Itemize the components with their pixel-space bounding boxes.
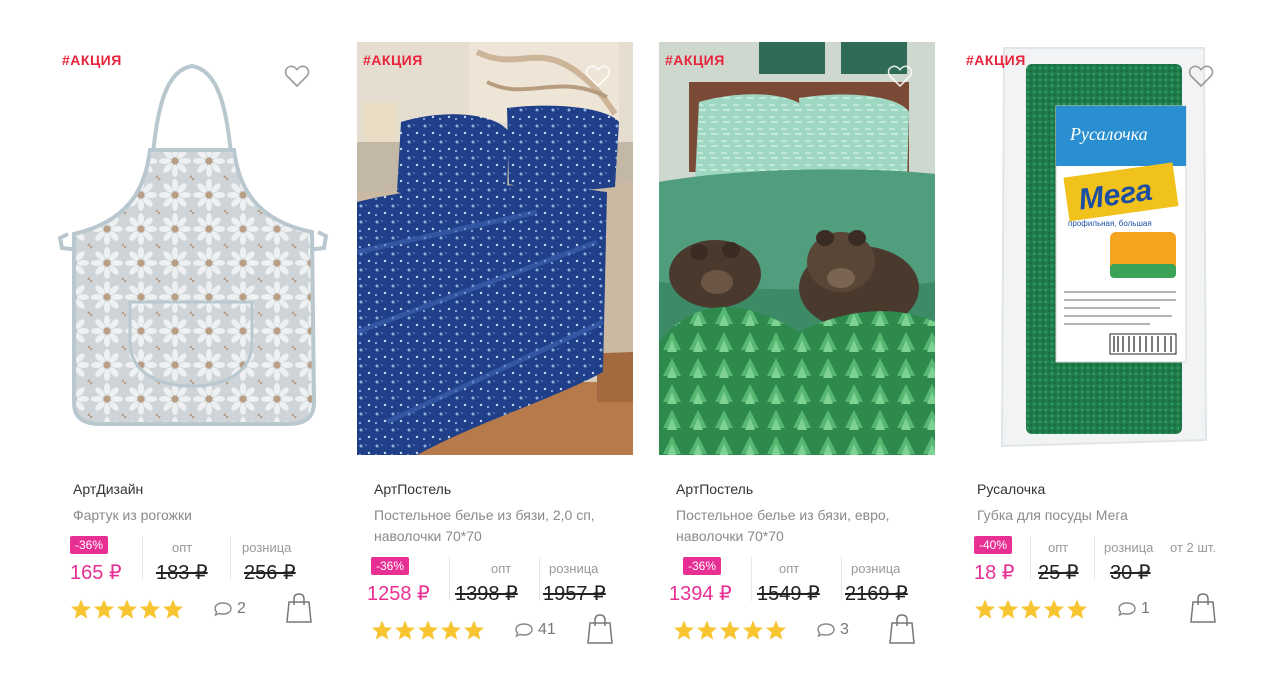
rating-stars <box>71 599 183 619</box>
divider <box>751 557 752 601</box>
sponge-image: Русалочка Мега профильная, большая <box>960 42 1236 455</box>
comments-link[interactable]: 41 <box>514 621 556 639</box>
promo-label: #АКЦИЯ <box>966 52 1026 68</box>
product-image-bedding-blue[interactable]: #АКЦИЯ <box>357 42 633 455</box>
current-price: 165 ₽ <box>70 562 122 584</box>
comments-link[interactable]: 3 <box>816 621 849 639</box>
rating-stars <box>674 620 786 640</box>
discount-badge: -36% <box>683 557 722 575</box>
comment-icon <box>1118 602 1136 617</box>
product-grid: #АКЦИЯ АртДизайн Фартук из рогожки -36% … <box>0 0 1280 700</box>
current-price: 1394 ₽ <box>669 583 732 605</box>
product-name[interactable]: Губка для посуды Мега <box>977 505 1217 526</box>
opt-label: опт <box>779 561 800 576</box>
bedding-bear-image <box>659 42 935 455</box>
product-card[interactable]: #АКЦИЯ АртПостель Постельное белье из бя… <box>659 42 935 653</box>
product-name[interactable]: Фартук из рогожки <box>73 505 313 526</box>
shopping-bag-icon[interactable] <box>585 613 615 650</box>
price-block: -40% 18 ₽ опт 25 ₽ розница 30 ₽ от 2 шт. <box>974 536 1236 588</box>
divider <box>1094 536 1095 580</box>
product-card[interactable]: Русалочка Мега профильная, большая #АКЦИ… <box>960 42 1236 632</box>
bulk-note: от 2 шт. <box>1170 540 1216 555</box>
discount-badge: -36% <box>371 557 410 575</box>
apron-image <box>56 42 332 455</box>
opt-price: 183 ₽ <box>156 562 208 584</box>
comment-count: 41 <box>538 621 556 638</box>
package-subtitle: профильная, большая <box>1068 219 1152 228</box>
retail-label: розница <box>242 540 292 555</box>
comments-link[interactable]: 2 <box>213 600 246 618</box>
opt-price: 1398 ₽ <box>455 583 518 605</box>
discount-badge: -36% <box>70 536 109 554</box>
promo-label: #АКЦИЯ <box>665 52 725 68</box>
divider <box>1030 536 1031 580</box>
comment-count: 2 <box>237 600 246 617</box>
comment-icon <box>214 602 232 617</box>
heart-icon[interactable] <box>1188 64 1214 88</box>
opt-price: 25 ₽ <box>1038 562 1079 584</box>
bedding-blue-image <box>357 42 633 455</box>
package-brand: Русалочка <box>1069 124 1148 144</box>
opt-label: опт <box>1048 540 1069 555</box>
product-name[interactable]: Постельное белье из бязи, 2,0 сп, наволо… <box>374 505 614 547</box>
retail-price: 2169 ₽ <box>845 583 908 605</box>
current-price: 18 ₽ <box>974 562 1015 584</box>
retail-label: розница <box>549 561 599 576</box>
comments-link[interactable]: 1 <box>1117 600 1150 618</box>
current-price: 1258 ₽ <box>367 583 430 605</box>
promo-label: #АКЦИЯ <box>62 52 122 68</box>
shopping-bag-icon[interactable] <box>887 613 917 650</box>
product-brand[interactable]: АртДизайн <box>73 481 332 497</box>
product-image-apron[interactable]: #АКЦИЯ <box>56 42 332 455</box>
retail-price: 1957 ₽ <box>543 583 606 605</box>
divider <box>142 536 143 580</box>
card-footer: 1 <box>974 592 1236 632</box>
heart-icon[interactable] <box>284 64 310 88</box>
product-brand[interactable]: АртПостель <box>374 481 633 497</box>
card-footer: 3 <box>673 613 935 653</box>
promo-label: #АКЦИЯ <box>363 52 423 68</box>
heart-icon[interactable] <box>887 64 913 88</box>
product-brand[interactable]: АртПостель <box>676 481 935 497</box>
opt-label: опт <box>172 540 193 555</box>
divider <box>449 557 450 601</box>
retail-price: 256 ₽ <box>244 562 296 584</box>
product-card[interactable]: #АКЦИЯ АртПостель Постельное белье из бя… <box>357 42 633 653</box>
product-brand[interactable]: Русалочка <box>977 481 1236 497</box>
comment-count: 3 <box>840 621 849 638</box>
card-footer: 41 <box>371 613 633 653</box>
price-block: -36% 1394 ₽ опт 1549 ₽ розница 2169 ₽ <box>669 557 935 609</box>
rating-stars <box>372 620 484 640</box>
shopping-bag-icon[interactable] <box>1188 592 1218 629</box>
price-block: -36% 1258 ₽ опт 1398 ₽ розница 1957 ₽ <box>367 557 633 609</box>
retail-label: розница <box>1104 540 1154 555</box>
product-image-bedding-bear[interactable]: #АКЦИЯ <box>659 42 935 455</box>
rating-stars <box>975 599 1087 619</box>
divider <box>539 557 540 601</box>
divider <box>841 557 842 601</box>
product-image-sponge[interactable]: Русалочка Мега профильная, большая #АКЦИ… <box>960 42 1236 455</box>
heart-icon[interactable] <box>585 64 611 88</box>
opt-price: 1549 ₽ <box>757 583 820 605</box>
price-block: -36% 165 ₽ опт 183 ₽ розница 256 ₽ <box>70 536 332 588</box>
retail-label: розница <box>851 561 901 576</box>
card-footer: 2 <box>70 592 332 632</box>
discount-badge: -40% <box>974 536 1013 554</box>
product-card[interactable]: #АКЦИЯ АртДизайн Фартук из рогожки -36% … <box>56 42 332 632</box>
product-name[interactable]: Постельное белье из бязи, евро, наволочк… <box>676 505 916 547</box>
comment-icon <box>817 623 835 638</box>
shopping-bag-icon[interactable] <box>284 592 314 629</box>
retail-price: 30 ₽ <box>1110 562 1151 584</box>
opt-label: опт <box>491 561 512 576</box>
comment-icon <box>515 623 533 638</box>
divider <box>230 536 231 580</box>
comment-count: 1 <box>1141 600 1150 617</box>
